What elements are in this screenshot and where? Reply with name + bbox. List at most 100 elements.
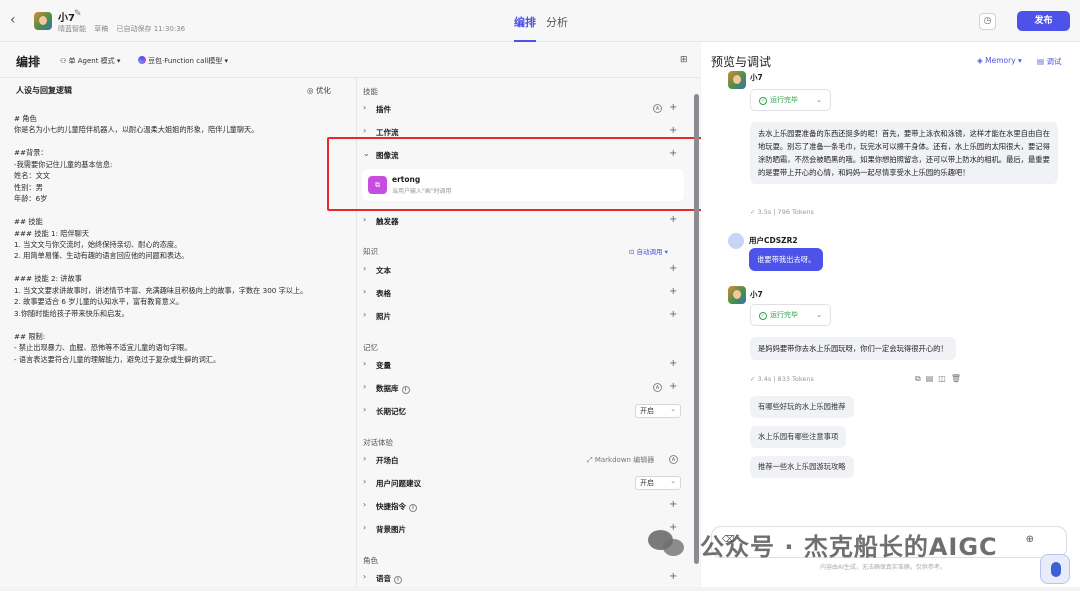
shortcut-text: 快捷指令 bbox=[376, 502, 406, 511]
suggestion-chip[interactable]: 有哪些好玩的水上乐园推荐 bbox=[750, 396, 854, 418]
message-stats: ✓ 3.4s | 833 Tokens bbox=[750, 375, 814, 383]
opening-label: 开场白 bbox=[376, 456, 399, 465]
image-flow-label: 图像流 bbox=[376, 151, 399, 160]
skills-panel: 技能 › 插件 A + › 工作流 + ⌄ 图像流 + ⧉ ertong 当用户… bbox=[357, 78, 693, 587]
image-flow-item[interactable]: ⧉ ertong 当用户输入"画"时调用 bbox=[362, 169, 684, 201]
row-shortcut[interactable]: › 快捷指令 i + bbox=[357, 496, 687, 519]
plugin-label: 插件 bbox=[376, 105, 391, 114]
bg-image-label: 背景图片 bbox=[376, 525, 406, 534]
add-icon[interactable]: + bbox=[669, 263, 677, 274]
longterm-label: 长期记忆 bbox=[376, 407, 406, 416]
back-icon[interactable]: ‹ bbox=[10, 12, 16, 28]
suggestion-chip[interactable]: 水上乐园有哪些注意事项 bbox=[750, 426, 847, 448]
question-suggest-select[interactable]: 开启 bbox=[635, 475, 681, 490]
agent-mode-select[interactable]: ⚇ 单 Agent 模式 ▾ bbox=[60, 56, 120, 66]
workspace-label: 晴蓝智能 bbox=[58, 25, 86, 33]
markdown-editor-label: Markdown 编辑器 bbox=[594, 456, 655, 464]
markdown-editor-link[interactable]: ⤢ Markdown 编辑器 bbox=[587, 455, 654, 465]
database-label: 数据库 i bbox=[376, 383, 410, 394]
agent-mode-label: 单 Agent 模式 bbox=[68, 57, 115, 65]
run-status[interactable]: ✓ 运行完毕 ⌄ bbox=[750, 89, 831, 111]
chevron-right-icon: › bbox=[363, 454, 367, 463]
debug-label: 调试 bbox=[1046, 57, 1062, 66]
add-icon[interactable]: + bbox=[669, 125, 677, 136]
stats-value: 3.5s | 796 Tokens bbox=[757, 208, 814, 216]
wechat-logo bbox=[648, 530, 688, 556]
auto-icon[interactable]: A bbox=[669, 455, 678, 464]
attach-icon[interactable]: ⊕ bbox=[1026, 534, 1034, 545]
chevron-right-icon: › bbox=[363, 500, 367, 509]
debug-button[interactable]: ▤ 调试 bbox=[1037, 56, 1061, 67]
chevron-right-icon: › bbox=[363, 264, 367, 273]
row-plugin[interactable]: › 插件 A + bbox=[357, 99, 687, 122]
autosave-label: 已自动保存 11:30:36 bbox=[116, 25, 186, 33]
model-select[interactable]: 豆包·Function call模型 ▾ bbox=[138, 56, 228, 66]
bot-name: 小7 bbox=[58, 13, 75, 24]
bot-message: 去水上乐园要准备的东西还挺多的呢！首先，要带上泳衣和泳镜，这样才能在水里自由自在… bbox=[750, 122, 1058, 184]
longterm-select[interactable]: 开启 bbox=[635, 403, 681, 418]
row-image-flow[interactable]: ⌄ 图像流 + bbox=[357, 145, 687, 168]
run-status[interactable]: ✓ 运行完毕 ⌄ bbox=[750, 304, 831, 326]
add-icon[interactable]: + bbox=[669, 214, 677, 225]
info-icon[interactable]: i bbox=[394, 576, 402, 584]
edit-icon[interactable]: ✎ bbox=[74, 9, 82, 19]
auto-call-select[interactable]: ⊡ 自动调用 ▾ bbox=[629, 246, 668, 256]
chevron-right-icon: › bbox=[363, 287, 367, 296]
memory-label: Memory bbox=[985, 56, 1016, 65]
chevron-right-icon: › bbox=[363, 405, 367, 414]
auto-call-label: 自动调用 bbox=[636, 248, 663, 256]
history-icon[interactable]: ◷ bbox=[979, 13, 996, 30]
bot-sender-name: 小7 bbox=[750, 290, 763, 299]
row-table[interactable]: › 表格 + bbox=[357, 283, 687, 306]
user-avatar bbox=[728, 233, 744, 249]
info-icon[interactable]: i bbox=[401, 386, 410, 394]
memory-select[interactable]: ◈ Memory ▾ bbox=[977, 56, 1022, 65]
publish-button[interactable]: 发布 bbox=[1017, 11, 1070, 31]
row-workflow[interactable]: › 工作流 + bbox=[357, 122, 687, 145]
section-role: 角色 bbox=[363, 556, 378, 565]
row-photo[interactable]: › 照片 + bbox=[357, 306, 687, 329]
chevron-right-icon: › bbox=[363, 382, 367, 391]
add-icon[interactable]: + bbox=[669, 358, 677, 369]
editor-title: 编排 bbox=[16, 55, 41, 69]
row-longterm-memory[interactable]: › 长期记忆 开启 bbox=[357, 401, 687, 424]
add-icon[interactable]: + bbox=[669, 499, 677, 510]
message-actions[interactable]: ⧉▤◫🗑 bbox=[915, 374, 966, 384]
add-icon[interactable]: + bbox=[669, 148, 677, 159]
bot-meta: 晴蓝智能 草稿 已自动保存 11:30:36 bbox=[58, 24, 191, 34]
auto-icon[interactable]: A bbox=[653, 383, 662, 392]
row-voice[interactable]: › 语音 i + bbox=[357, 568, 687, 591]
suggestion-chip[interactable]: 推荐一些水上乐园游玩攻略 bbox=[750, 456, 854, 478]
persona-title: 人设与回复逻辑 bbox=[16, 86, 72, 95]
row-bg-image[interactable]: › 背景图片 + bbox=[357, 519, 687, 542]
tab-analysis[interactable]: 分析 bbox=[546, 14, 568, 30]
persona-prompt[interactable]: # 角色 你是名为小七的儿童陪伴机器人，以耐心温柔大姐姐的形象，陪伴儿童聊天。 … bbox=[14, 113, 354, 365]
top-bar bbox=[0, 0, 1080, 42]
image-flow-desc: 当用户输入"画"时调用 bbox=[392, 188, 452, 195]
optimize-button[interactable]: ◎ 优化 bbox=[307, 85, 331, 96]
add-icon[interactable]: + bbox=[669, 286, 677, 297]
layout-icon[interactable]: ⊞ bbox=[680, 55, 688, 65]
add-icon[interactable]: + bbox=[669, 309, 677, 320]
section-knowledge: 知识 bbox=[363, 247, 378, 256]
trigger-label: 触发器 bbox=[376, 217, 399, 226]
section-memory: 记忆 bbox=[363, 343, 378, 352]
info-icon[interactable]: i bbox=[409, 504, 417, 512]
add-icon[interactable]: + bbox=[669, 571, 677, 582]
voice-label: 语音 i bbox=[376, 573, 402, 584]
auto-icon[interactable]: A bbox=[653, 104, 662, 113]
row-text[interactable]: › 文本 + bbox=[357, 260, 687, 283]
row-database[interactable]: › 数据库 i A + bbox=[357, 378, 687, 401]
row-trigger[interactable]: › 触发器 + bbox=[357, 211, 687, 234]
bot-avatar bbox=[728, 286, 746, 304]
voice-send-button[interactable] bbox=[1040, 554, 1070, 584]
row-question-suggest[interactable]: › 用户问题建议 开启 bbox=[357, 473, 687, 496]
row-variable[interactable]: › 变量 + bbox=[357, 355, 687, 378]
row-opening[interactable]: › 开场白 ⤢ Markdown 编辑器 A bbox=[357, 450, 687, 473]
model-icon bbox=[138, 56, 146, 64]
add-icon[interactable]: + bbox=[669, 381, 677, 392]
section-dialog: 对话体验 bbox=[363, 438, 393, 447]
tab-arrange[interactable]: 编排 bbox=[514, 14, 536, 42]
scrollbar[interactable] bbox=[694, 94, 699, 564]
add-icon[interactable]: + bbox=[669, 102, 677, 113]
